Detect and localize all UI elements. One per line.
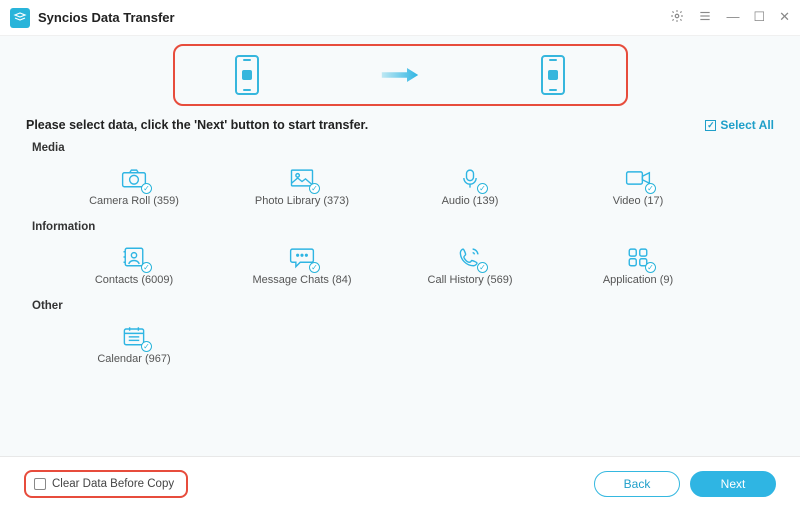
check-icon: ✓ xyxy=(141,341,152,352)
section-title-other: Other xyxy=(32,300,774,312)
footer-buttons: Back Next xyxy=(594,471,776,497)
media-grid: ✓ Camera Roll (359) ✓ Photo Library (373… xyxy=(26,160,774,215)
back-button[interactable]: Back xyxy=(594,471,680,497)
select-all-button[interactable]: ✓ Select All xyxy=(705,118,774,132)
item-camera-roll[interactable]: ✓ Camera Roll (359) xyxy=(50,160,218,215)
content-area: Please select data, click the 'Next' but… xyxy=(0,36,800,456)
maximize-button[interactable]: ☐ xyxy=(753,9,765,26)
target-phone-icon xyxy=(541,55,565,95)
gear-icon[interactable] xyxy=(670,9,684,26)
source-phone-icon xyxy=(235,55,259,95)
check-icon: ✓ xyxy=(309,183,320,194)
check-icon: ✓ xyxy=(141,262,152,273)
clear-data-checkbox[interactable] xyxy=(34,478,46,490)
clear-data-option[interactable]: Clear Data Before Copy xyxy=(24,470,188,498)
check-icon: ✓ xyxy=(477,262,488,273)
item-label: Calendar (967) xyxy=(50,353,218,365)
item-application[interactable]: ✓ Application (9) xyxy=(554,239,722,294)
section-title-information: Information xyxy=(32,221,774,233)
item-label: Photo Library (373) xyxy=(218,195,386,207)
select-all-checkbox-icon: ✓ xyxy=(705,120,716,131)
minimize-button[interactable]: — xyxy=(726,9,739,26)
instruction-row: Please select data, click the 'Next' but… xyxy=(26,118,774,132)
information-grid: ✓ Contacts (6009) ✓ Message Chats (84) ✓… xyxy=(26,239,774,294)
item-label: Contacts (6009) xyxy=(50,274,218,286)
next-button[interactable]: Next xyxy=(690,471,776,497)
close-button[interactable]: ✕ xyxy=(779,9,790,26)
clear-data-label: Clear Data Before Copy xyxy=(52,478,174,490)
footer-bar: Clear Data Before Copy Back Next xyxy=(0,456,800,510)
item-photo-library[interactable]: ✓ Photo Library (373) xyxy=(218,160,386,215)
instruction-text: Please select data, click the 'Next' but… xyxy=(26,118,368,132)
item-calendar[interactable]: ✓ Calendar (967) xyxy=(50,318,218,373)
device-transfer-panel xyxy=(173,44,628,106)
item-audio[interactable]: ✓ Audio (139) xyxy=(386,160,554,215)
item-label: Audio (139) xyxy=(386,195,554,207)
check-icon: ✓ xyxy=(477,183,488,194)
item-label: Application (9) xyxy=(554,274,722,286)
app-title: Syncios Data Transfer xyxy=(38,10,670,25)
item-label: Camera Roll (359) xyxy=(50,195,218,207)
item-message-chats[interactable]: ✓ Message Chats (84) xyxy=(218,239,386,294)
check-icon: ✓ xyxy=(645,262,656,273)
titlebar: Syncios Data Transfer — ☐ ✕ xyxy=(0,0,800,36)
check-icon: ✓ xyxy=(645,183,656,194)
window-controls: — ☐ ✕ xyxy=(670,9,790,26)
item-call-history[interactable]: ✓ Call History (569) xyxy=(386,239,554,294)
select-all-label: Select All xyxy=(720,118,774,132)
check-icon: ✓ xyxy=(141,183,152,194)
check-icon: ✓ xyxy=(309,262,320,273)
item-video[interactable]: ✓ Video (17) xyxy=(554,160,722,215)
app-logo xyxy=(10,8,30,28)
arrow-icon xyxy=(379,63,421,87)
item-label: Video (17) xyxy=(554,195,722,207)
item-label: Message Chats (84) xyxy=(218,274,386,286)
item-label: Call History (569) xyxy=(386,274,554,286)
menu-icon[interactable] xyxy=(698,9,712,26)
other-grid: ✓ Calendar (967) xyxy=(26,318,774,373)
item-contacts[interactable]: ✓ Contacts (6009) xyxy=(50,239,218,294)
section-title-media: Media xyxy=(32,142,774,154)
